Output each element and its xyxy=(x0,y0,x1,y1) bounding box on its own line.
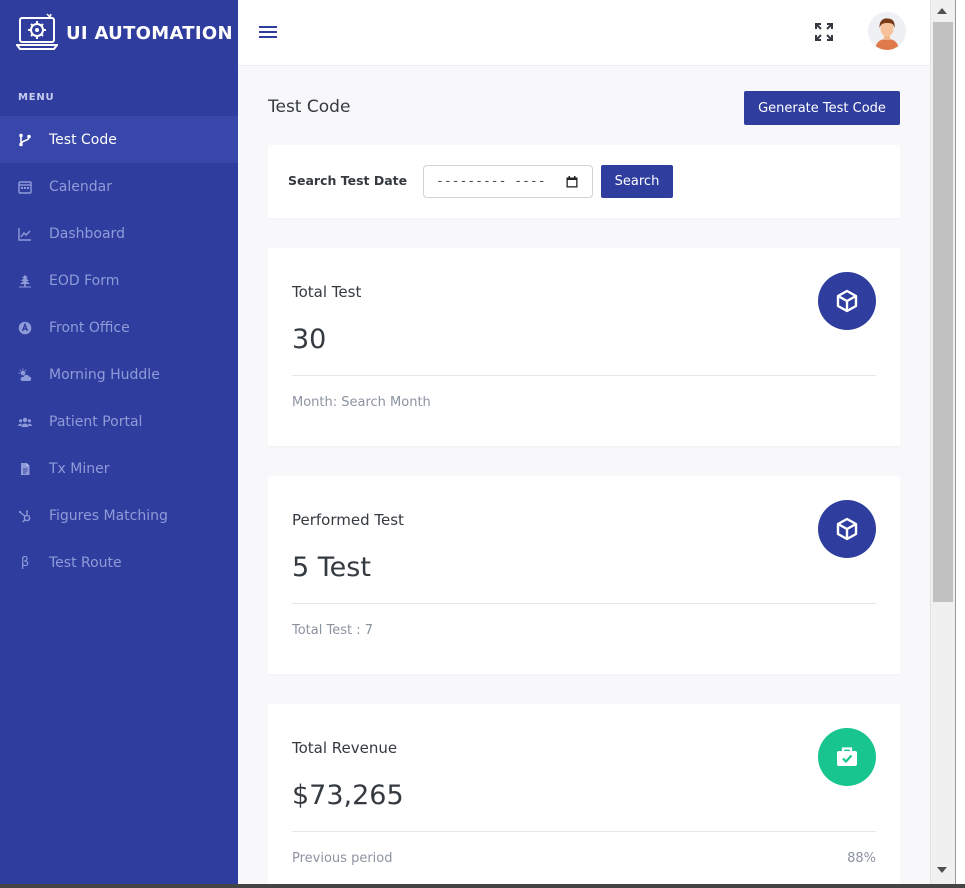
generate-test-code-button[interactable]: Generate Test Code xyxy=(744,91,900,125)
briefcase-check-icon xyxy=(818,728,876,786)
sidebar-item-label: Test Code xyxy=(49,131,117,148)
search-button[interactable]: Search xyxy=(601,165,673,198)
line-chart-icon xyxy=(18,227,32,241)
menu-title: MENU xyxy=(18,92,55,103)
scroll-down-arrow-icon[interactable] xyxy=(937,867,947,873)
card-divider xyxy=(292,831,876,832)
sidebar-item-test-route[interactable]: β Test Route xyxy=(0,539,238,586)
sidebar-item-label: Test Route xyxy=(49,554,122,571)
card-footer: Total Test : 7 xyxy=(292,623,374,638)
card-divider xyxy=(292,603,876,604)
sidebar-item-test-code[interactable]: Test Code xyxy=(0,116,238,163)
card-divider xyxy=(292,375,876,376)
card-footer: Previous period xyxy=(292,851,393,866)
window-frame-right xyxy=(955,0,965,888)
sidebar-item-front-office[interactable]: Front Office xyxy=(0,304,238,351)
letter-a-circle-icon xyxy=(18,321,32,335)
scrollbar-thumb[interactable] xyxy=(933,22,953,602)
hubspot-icon xyxy=(18,509,32,523)
search-card: Search Test Date --------- ---- Search xyxy=(268,145,900,218)
scroll-up-arrow-icon[interactable] xyxy=(937,8,947,14)
file-icon xyxy=(18,462,32,476)
sidebar-item-label: EOD Form xyxy=(49,272,120,289)
git-branch-icon xyxy=(18,133,32,147)
stat-card-total-test: Total Test 30 Month: Search Month xyxy=(268,248,900,446)
card-footer-percent: 88% xyxy=(847,851,876,866)
tree-icon xyxy=(18,274,32,288)
stat-card-performed-test: Performed Test 5 Test Total Test : 7 xyxy=(268,476,900,674)
sidebar-item-label: Morning Huddle xyxy=(49,366,160,383)
topbar xyxy=(238,0,930,66)
sidebar-item-label: Dashboard xyxy=(49,225,125,242)
beta-glyph: β xyxy=(20,554,30,570)
main-content: Test Code Generate Test Code Search Test… xyxy=(238,66,930,884)
calendar-picker-icon[interactable] xyxy=(566,176,578,188)
brand[interactable]: UI AUTOMATION xyxy=(0,0,238,66)
card-value: 30 xyxy=(292,324,327,355)
card-title: Total Revenue xyxy=(292,739,398,757)
sidebar-item-label: Patient Portal xyxy=(49,413,143,430)
laptop-gear-icon xyxy=(15,13,59,53)
window-frame-bottom xyxy=(0,884,965,888)
user-avatar[interactable] xyxy=(868,12,906,50)
sidebar-item-tx-miner[interactable]: Tx Miner xyxy=(0,445,238,492)
calendar-icon xyxy=(18,180,32,194)
sidebar-item-morning-huddle[interactable]: Morning Huddle xyxy=(0,351,238,398)
users-icon xyxy=(18,415,32,429)
page-title: Test Code xyxy=(268,97,351,117)
card-value: $73,265 xyxy=(292,780,404,811)
hamburger-icon[interactable] xyxy=(258,23,278,41)
brand-name: UI AUTOMATION xyxy=(66,22,233,44)
page-scrollbar[interactable] xyxy=(930,0,955,884)
date-input-value: --------- ---- xyxy=(436,174,546,189)
sidebar-item-eod-form[interactable]: EOD Form xyxy=(0,257,238,304)
sidebar: UI AUTOMATION MENU Test Code Calendar Da… xyxy=(0,0,238,884)
beta-icon: β xyxy=(18,554,32,570)
sidebar-item-label: Tx Miner xyxy=(49,460,110,477)
sidebar-item-dashboard[interactable]: Dashboard xyxy=(0,210,238,257)
fullscreen-icon[interactable] xyxy=(813,21,835,43)
cube-icon xyxy=(818,272,876,330)
stat-card-total-revenue: Total Revenue $73,265 Previous period 88… xyxy=(268,704,900,884)
card-value: 5 Test xyxy=(292,552,371,583)
sidebar-item-label: Calendar xyxy=(49,178,112,195)
sidebar-item-label: Figures Matching xyxy=(49,507,168,524)
search-date-label: Search Test Date xyxy=(288,173,408,188)
card-title: Total Test xyxy=(292,283,362,301)
sun-cloud-icon xyxy=(18,368,32,382)
test-date-input[interactable]: --------- ---- xyxy=(423,165,593,198)
sidebar-menu: Test Code Calendar Dashboard EOD Form Fr… xyxy=(0,116,238,586)
cube-icon xyxy=(818,500,876,558)
card-footer: Month: Search Month xyxy=(292,395,431,410)
sidebar-item-patient-portal[interactable]: Patient Portal xyxy=(0,398,238,445)
card-title: Performed Test xyxy=(292,511,404,529)
sidebar-item-calendar[interactable]: Calendar xyxy=(0,163,238,210)
sidebar-item-label: Front Office xyxy=(49,319,130,336)
sidebar-item-figures-matching[interactable]: Figures Matching xyxy=(0,492,238,539)
